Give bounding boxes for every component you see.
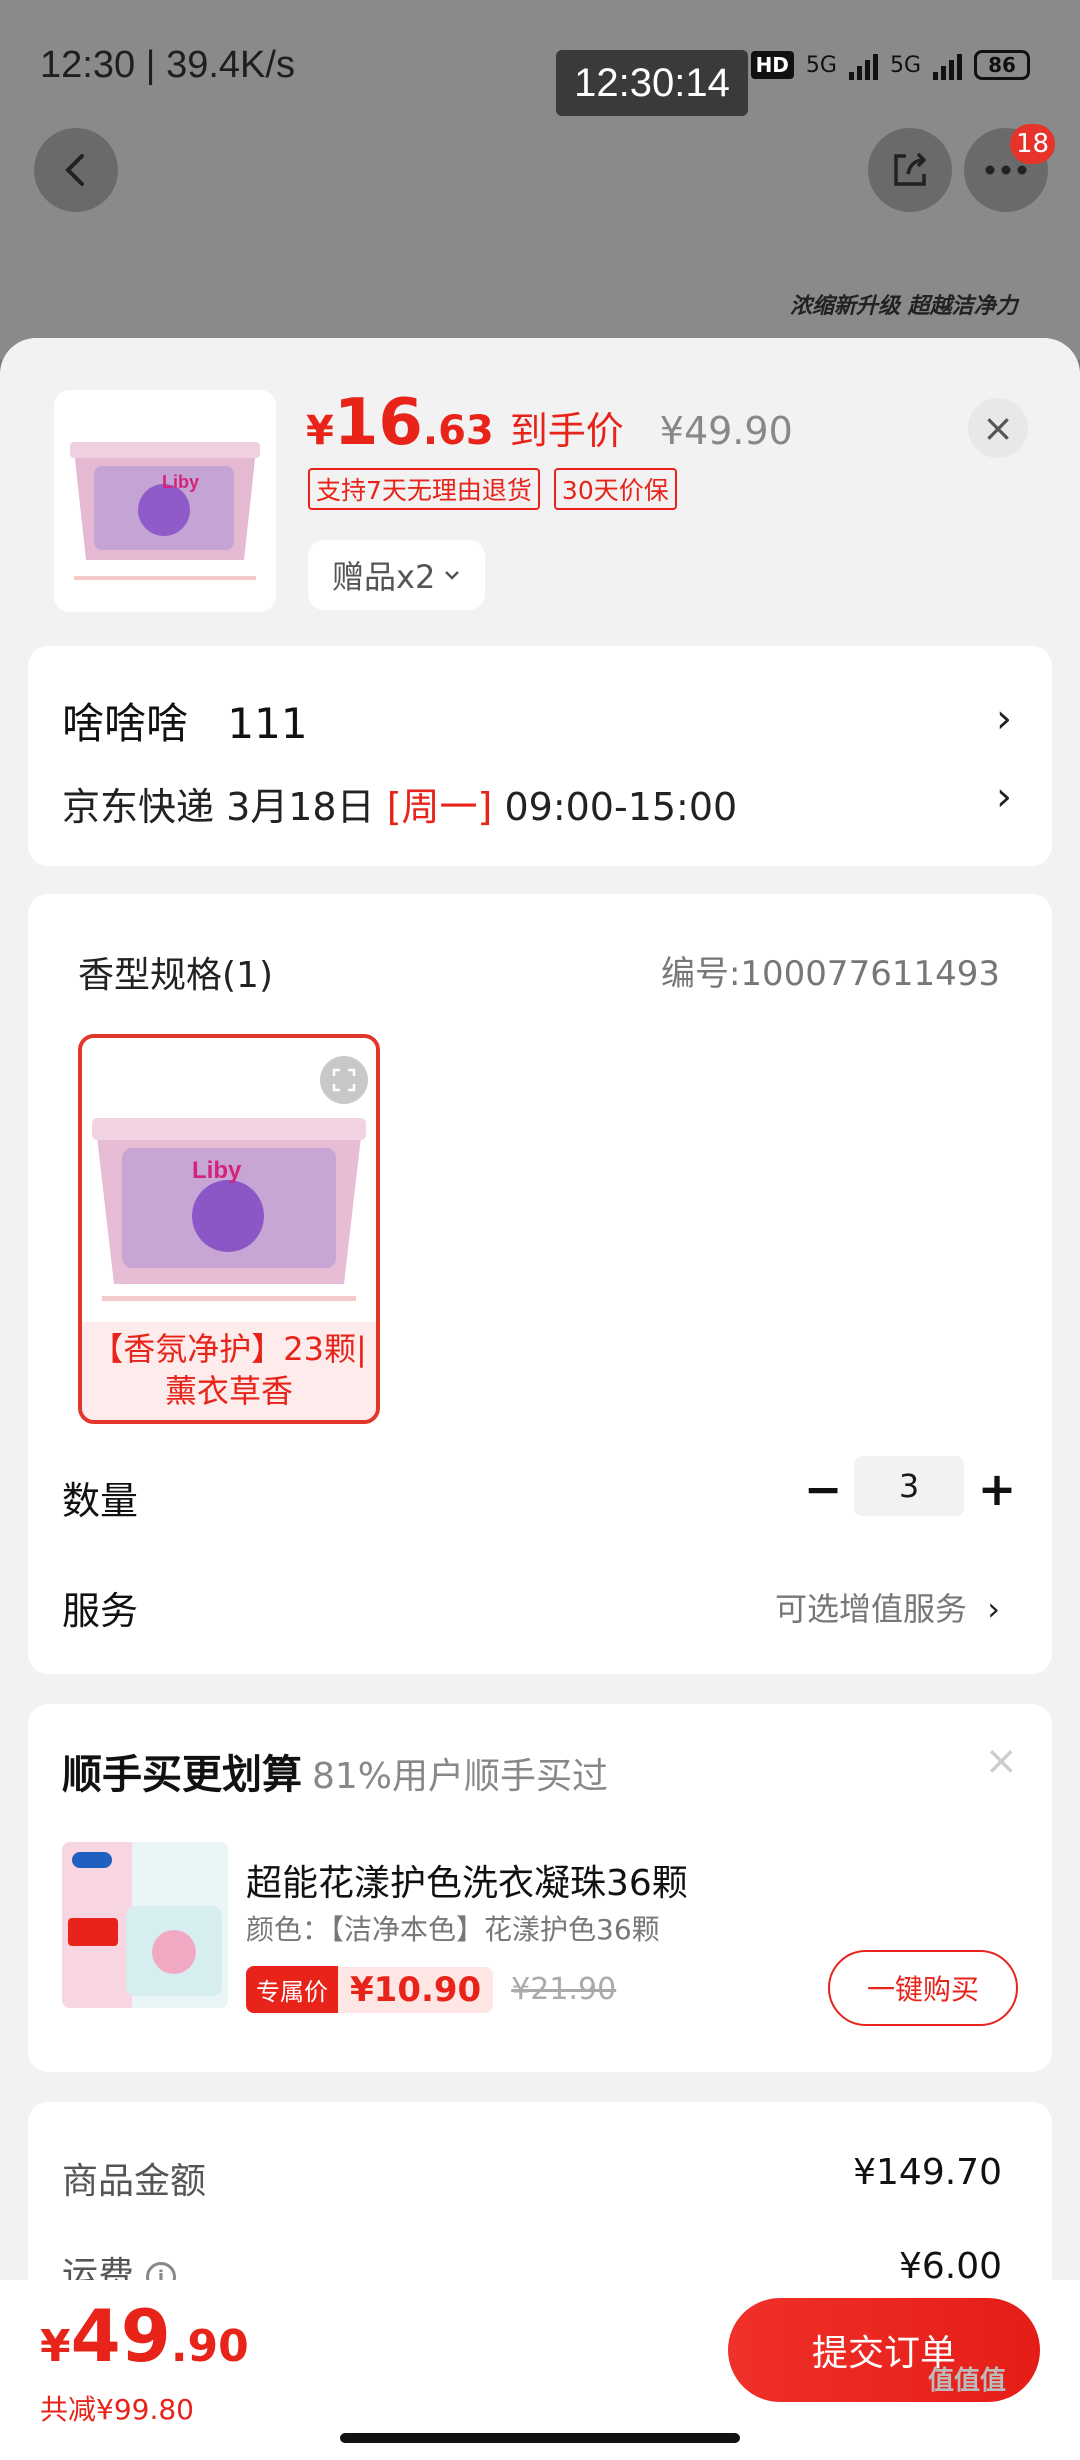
- delivery-row[interactable]: 京东快递 3月18日 [周一] 09:00-15:00: [62, 776, 737, 831]
- goods-amount-label: 商品金额: [62, 2161, 207, 2202]
- recipient-phone: 111: [227, 699, 308, 748]
- chevron-right-icon[interactable]: ›: [996, 696, 1012, 742]
- exclusive-price-tag: 专属价: [246, 1966, 338, 2013]
- status-clock: 12:30:14: [556, 50, 748, 116]
- price-tag: 到手价: [509, 409, 624, 453]
- addon-image[interactable]: [62, 1842, 228, 2008]
- price-line: ¥ 16 .63 到手价 ¥49.90: [306, 386, 793, 460]
- spec-title: 香型规格(1): [78, 955, 273, 996]
- addon-price: ¥10.90: [338, 1966, 494, 2013]
- quantity-decrease-button[interactable]: −: [798, 1462, 848, 1516]
- quantity-label: 数量: [62, 1479, 139, 1523]
- total-decimal: .90: [170, 2321, 249, 2372]
- price-protect-badge: 30天价保: [553, 468, 677, 510]
- chevron-right-icon[interactable]: ›: [996, 774, 1012, 820]
- more-icon: [985, 165, 1027, 175]
- addon-card: 顺手买更划算 81%用户顺手买过 × 超能花漾护色洗衣凝珠36颗 颜色：【洁净本色…: [28, 1704, 1052, 2072]
- back-button[interactable]: [34, 128, 118, 212]
- delivery-weekday: [周一]: [386, 785, 493, 829]
- chevron-down-icon: [445, 571, 460, 580]
- spec-option-selected[interactable]: Liby 【香氛净护】23颗|薰衣草香: [78, 1034, 380, 1424]
- gift-dropdown[interactable]: 赠品x2: [308, 540, 486, 610]
- share-button[interactable]: [868, 128, 952, 212]
- addon-close-icon[interactable]: ×: [984, 1738, 1018, 1784]
- watermark: 值值值: [928, 2366, 1007, 2396]
- addon-spec: 颜色：【洁净本色】花漾护色36颗: [246, 1913, 660, 1946]
- signal-icon-2: [933, 50, 962, 80]
- price-yen: ¥: [306, 408, 334, 454]
- goods-amount-value: ¥149.70: [853, 2152, 1002, 2193]
- quantity-input[interactable]: 3: [854, 1456, 964, 1516]
- addon-title-text: 顺手买更划算: [62, 1752, 302, 1798]
- recipient-name: 啥啥啥: [62, 699, 189, 748]
- total-saving: 共减¥99.80: [40, 2393, 194, 2426]
- status-bar: 12:30 | 39.4K/s 12:30:14 HD 5G 5G 86: [0, 0, 1080, 130]
- spec-option-label: 【香氛净护】23颗|薰衣草香: [82, 1322, 376, 1420]
- total-yen: ¥: [40, 2321, 71, 2372]
- addon-name: 超能花漾护色洗衣凝珠36颗: [246, 1863, 688, 1904]
- price-decimal: .63: [422, 408, 494, 454]
- checkout-bar: ¥ 49 .90 共减¥99.80 提交订单 值值值: [0, 2280, 1080, 2460]
- delivery-carrier-date: 京东快递 3月18日: [62, 785, 375, 829]
- expand-icon[interactable]: [320, 1056, 368, 1104]
- gift-label: 赠品x2: [332, 558, 436, 596]
- svg-text:Liby: Liby: [162, 472, 199, 492]
- network-label: 5G: [805, 52, 837, 78]
- svg-text:Liby: Liby: [192, 1157, 242, 1184]
- one-click-buy-button[interactable]: 一键购买: [828, 1950, 1018, 2026]
- return-badge: 支持7天无理由退货: [308, 468, 540, 510]
- close-button[interactable]: ×: [968, 398, 1028, 458]
- service-selector[interactable]: 可选增值服务 ›: [775, 1584, 1000, 1630]
- product-header: Liby ¥ 16 .63 到手价 ¥49.90 × 支持7天无理由退货 30天…: [0, 338, 1080, 640]
- chevron-right-icon: ›: [987, 1590, 1000, 1628]
- battery-icon: 86: [974, 50, 1030, 80]
- product-image: Liby: [54, 390, 276, 612]
- delivery-time: 09:00-15:00: [504, 785, 738, 829]
- quantity-increase-button[interactable]: +: [972, 1462, 1022, 1516]
- status-icons: HD 5G 5G 86: [750, 50, 1030, 80]
- addon-price-row: 专属价 ¥10.90 ¥21.90: [246, 1966, 616, 2013]
- close-icon: ×: [982, 406, 1014, 450]
- share-icon: [894, 152, 927, 186]
- price-integer: 16: [333, 386, 423, 460]
- recipient-row[interactable]: 啥啥啥 111: [62, 690, 308, 751]
- hd-icon: HD: [750, 51, 794, 79]
- status-time-speed: 12:30 | 39.4K/s: [40, 44, 295, 86]
- purchase-sheet: Liby ¥ 16 .63 到手价 ¥49.90 × 支持7天无理由退货 30天…: [0, 338, 1080, 2460]
- service-badges: 支持7天无理由退货 30天价保: [308, 468, 677, 510]
- total-price: ¥ 49 .90: [40, 2294, 249, 2378]
- network-label-2: 5G: [889, 52, 921, 78]
- home-indicator[interactable]: [340, 2433, 740, 2443]
- addon-title: 顺手买更划算 81%用户顺手买过: [62, 1742, 608, 1800]
- addon-original-price: ¥21.90: [511, 1972, 617, 2007]
- notification-badge: 18: [1010, 124, 1056, 164]
- total-integer: 49: [70, 2294, 171, 2378]
- original-price: ¥49.90: [659, 409, 793, 453]
- background-banner: 浓缩新升级 超越洁净力: [790, 294, 1018, 319]
- product-code: 编号:100077611493: [660, 954, 1000, 994]
- signal-icon: [848, 50, 878, 80]
- address-card: 啥啥啥 111 › 京东快递 3月18日 [周一] 09:00-15:00 ›: [28, 646, 1052, 866]
- addon-subtitle: 81%用户顺手买过: [312, 1756, 609, 1797]
- service-label: 服务: [62, 1589, 139, 1633]
- spec-card: 香型规格(1) 编号:100077611493 Liby 【香氛净护】23颗|薰…: [28, 894, 1052, 1674]
- service-value: 可选增值服务: [775, 1590, 968, 1628]
- addon-product-image: [62, 1842, 228, 2008]
- chevron-left-icon: [65, 154, 84, 186]
- product-thumbnail[interactable]: Liby: [54, 390, 276, 612]
